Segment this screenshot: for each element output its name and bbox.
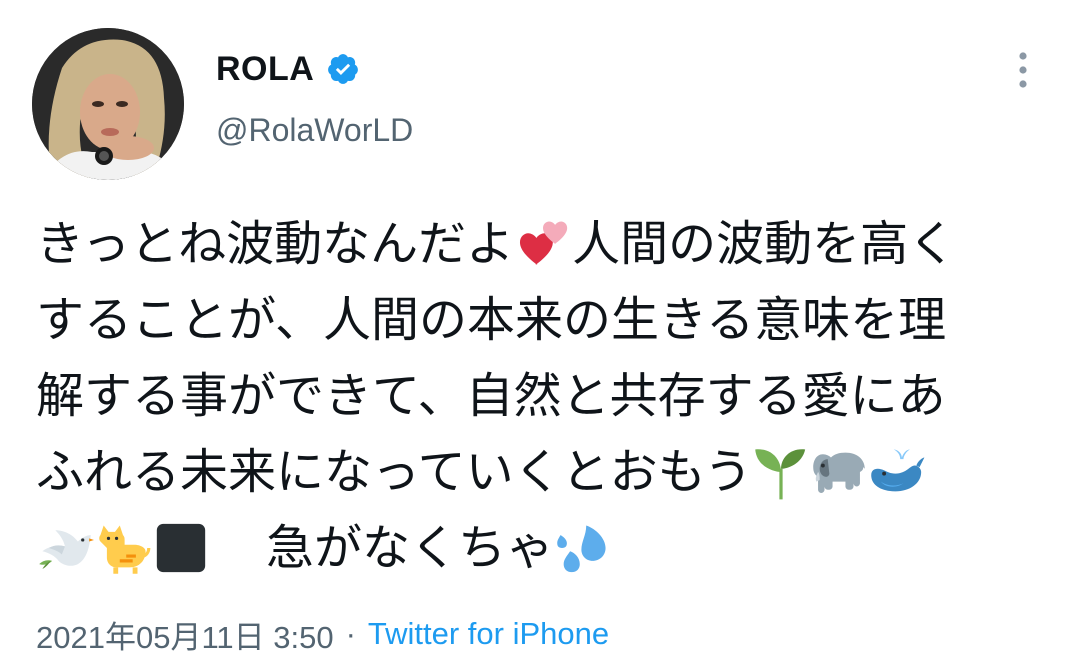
tweet-meta: 2021年05月11日 3:50 · Twitter for iPhone (36, 612, 609, 656)
tweet-text-segment: きっとね波動なんだよ (36, 216, 515, 272)
avatar-photo (32, 28, 184, 180)
tweet-text-segment: ふれる未来になっていくとおもう (36, 444, 753, 500)
tweet-text-segment: することが、人間の本来の生きる意味を理 (36, 292, 947, 348)
black-square-icon (152, 519, 210, 577)
avatar[interactable] (32, 28, 184, 180)
tweet-source-link[interactable]: Twitter for iPhone (368, 616, 609, 652)
tweet-text: きっとね波動なんだよ 人間の波動を高くすることが、人間の本来の生きる意味を理 解する… (36, 206, 1046, 586)
tweet-line: ふれる未来になっていくとおもう (36, 434, 1046, 510)
tweet-line: きっとね波動なんだよ 人間の波動を高く (36, 206, 1046, 282)
author-handle[interactable]: @RolaWorLD (216, 112, 413, 149)
display-name[interactable]: ROLA (216, 50, 314, 89)
tweet-text-segment: 解する事ができて、自然と共存する愛にあ (36, 368, 946, 424)
seedling-icon (752, 443, 810, 501)
more-options-icon[interactable] (1006, 46, 1040, 94)
tweet-line: 急がなくちゃ (36, 510, 1046, 586)
tweet-text-segment: 急がなくちゃ (266, 520, 555, 576)
elephant-icon (810, 443, 868, 501)
tweet: ROLA @RolaWorLD きっとね波動なんだよ 人間の波動を高くすることが、… (0, 0, 1080, 672)
tweet-line: 解する事ができて、自然と共存する愛にあ (36, 358, 1046, 434)
author-name-row[interactable]: ROLA (216, 44, 360, 94)
sweat-droplets-icon (554, 519, 612, 577)
spouting-whale-icon (868, 443, 926, 501)
cat-icon (94, 519, 152, 577)
tweet-text-segment: 人間の波動を高く (572, 216, 957, 272)
tweet-timestamp[interactable]: 2021年05月11日 3:50 (36, 612, 334, 657)
meta-separator: · (345, 616, 356, 651)
two-hearts-icon (514, 215, 572, 273)
tweet-line: することが、人間の本来の生きる意味を理 (36, 282, 1046, 358)
dove-icon (36, 519, 94, 577)
verified-badge-icon (326, 52, 360, 86)
